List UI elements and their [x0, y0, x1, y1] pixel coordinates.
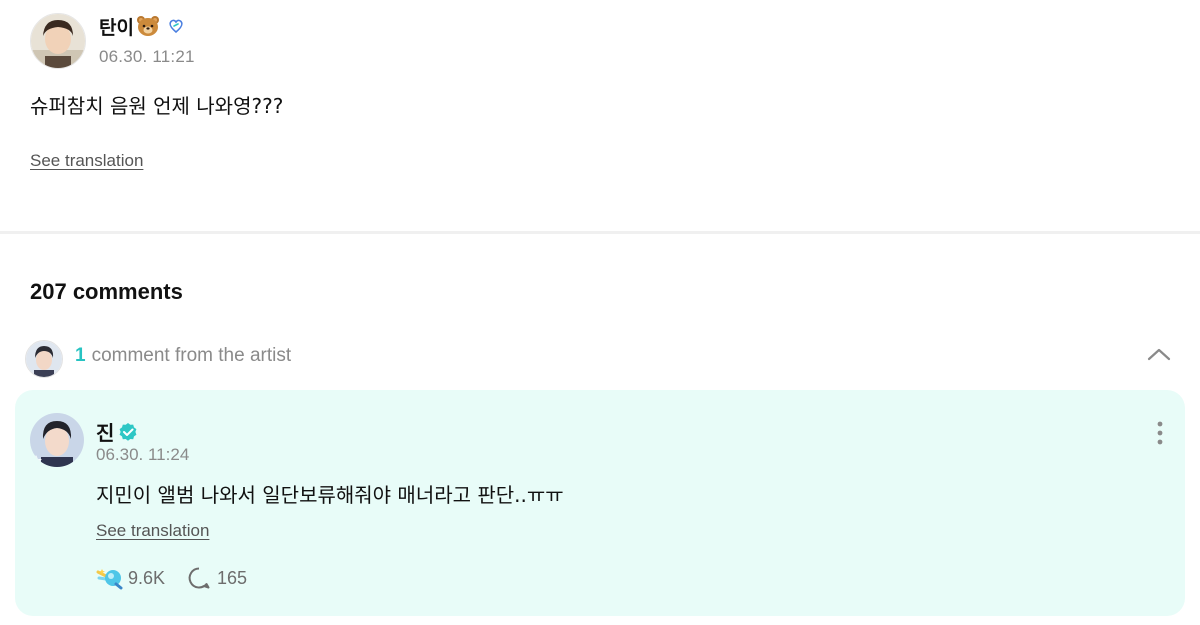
reply-button[interactable]: 165	[187, 566, 247, 590]
artist-comment-body: 지민이 앨범 나와서 일단보류해줘야 매너라고 판단..ㅠㅠ	[96, 483, 564, 507]
section-divider	[0, 231, 1200, 234]
chevron-up-icon[interactable]	[1145, 344, 1173, 364]
post-timestamp: 06.30. 11:21	[99, 47, 195, 66]
post-author-name[interactable]: 탄이	[99, 13, 134, 40]
artist-comments-count: 1	[75, 345, 86, 366]
post-see-translation-link[interactable]: See translation	[30, 151, 143, 171]
post-body-text: 슈퍼참치 음원 언제 나와영???	[30, 94, 284, 118]
lightstick-like-icon	[96, 566, 124, 590]
bear-emoji-icon	[136, 15, 160, 37]
fan-badge-icon	[168, 18, 184, 34]
artist-avatar-small	[25, 340, 63, 378]
artist-comment-avatar[interactable]	[30, 413, 84, 467]
reply-count: 165	[217, 567, 248, 588]
artist-comments-label: comment from the artist	[91, 345, 292, 366]
artist-comments-toggle[interactable]: 1 comment from the artist	[25, 338, 1175, 378]
post-detail-page: 탄이 06.30. 11:21 슈퍼참치 음원 언제 나와영??? See tr…	[0, 0, 1200, 625]
artist-comment-see-translation-link[interactable]: See translation	[96, 521, 209, 541]
comment-bubble-icon	[187, 566, 211, 590]
verified-icon	[118, 422, 138, 442]
artist-comment-reactions: 9.6K 165	[96, 566, 247, 590]
post-author-row: 탄이	[99, 13, 184, 40]
more-options-icon[interactable]	[1155, 420, 1165, 446]
artist-comment-author-row: 진	[96, 417, 138, 446]
like-button[interactable]: 9.6K	[96, 566, 165, 590]
artist-comment-card: 진 06.30. 11:24 지민이 앨범 나와서 일단보류해줘야 매너라고 판…	[15, 390, 1185, 616]
post-author-avatar[interactable]	[30, 13, 86, 69]
artist-comments-summary: 1 comment from the artist	[75, 345, 291, 367]
like-count: 9.6K	[128, 567, 166, 588]
comments-count-heading: 207 comments	[30, 279, 183, 304]
artist-comment-author-name[interactable]: 진	[96, 417, 114, 446]
artist-comment-timestamp: 06.30. 11:24	[96, 445, 190, 464]
